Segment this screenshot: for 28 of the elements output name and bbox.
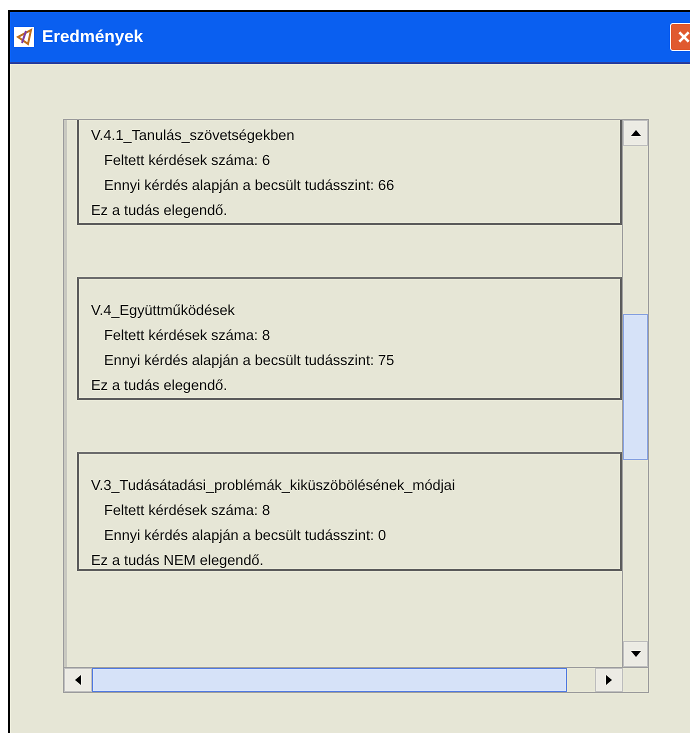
vertical-scrollbar[interactable] (622, 120, 648, 667)
knowledge-estimate: Ennyi kérdés alapján a becsült tudásszint: 0 (103, 528, 388, 544)
right-arrow-icon (606, 675, 612, 685)
scroll-right-button[interactable] (595, 668, 623, 692)
question-count: Feltett kérdések száma: 6 (103, 153, 272, 169)
app-logo-icon (14, 27, 34, 47)
question-count: Feltett kérdések száma: 8 (103, 328, 272, 344)
verdict-text: Ez a tudás elegendő. (91, 378, 228, 394)
scroll-left-button[interactable] (64, 668, 92, 692)
question-count: Feltett kérdések száma: 8 (103, 503, 272, 519)
scroll-thumb[interactable] (623, 314, 648, 460)
scroll-thumb[interactable] (92, 668, 567, 692)
knowledge-estimate: Ennyi kérdés alapján a becsült tudásszint: 75 (103, 353, 396, 369)
topic-title: V.4.1_Tanulás_szövetségekben (91, 128, 296, 144)
topic-title: V.3_Tudásátadási_problémák_kiküszöbölésének_módjai (91, 478, 456, 494)
up-arrow-icon (630, 130, 640, 136)
close-button[interactable] (670, 23, 690, 51)
scroll-down-button[interactable] (623, 641, 648, 667)
close-icon (677, 30, 690, 44)
knowledge-estimate: Ennyi kérdés alapján a becsült tudásszint: 66 (103, 178, 396, 194)
scroll-up-button[interactable] (623, 120, 648, 146)
verdict-text: Ez a tudás elegendő. (91, 203, 228, 219)
window-title: Eredmények (42, 27, 144, 47)
verdict-text: Ez a tudás NEM elegendő. (91, 553, 264, 569)
left-arrow-icon (75, 675, 81, 685)
topic-title: V.4_Együttműködések (91, 303, 236, 319)
down-arrow-icon (630, 651, 640, 657)
horizontal-scrollbar[interactable] (64, 667, 648, 692)
